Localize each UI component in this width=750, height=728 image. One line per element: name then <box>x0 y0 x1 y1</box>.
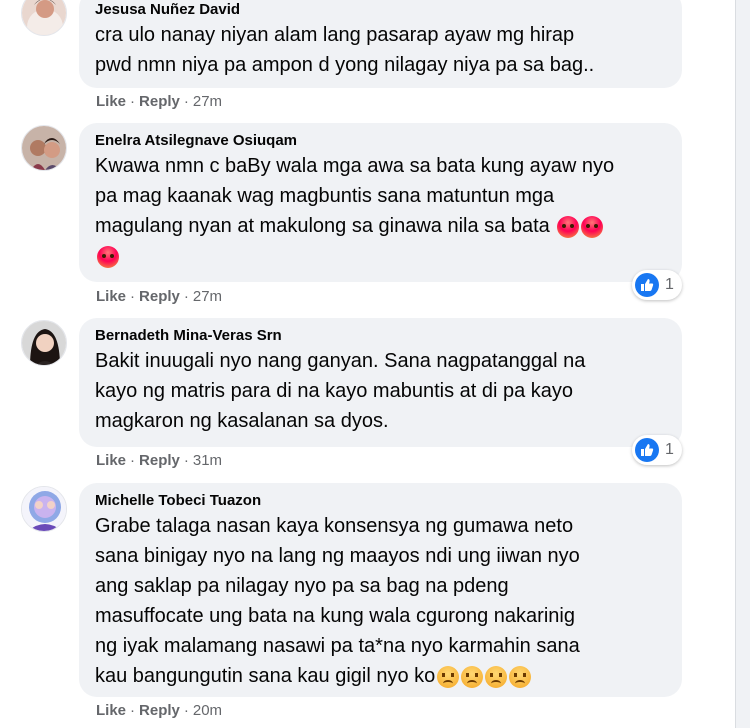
separator: · <box>130 452 136 469</box>
comment-text: cra ulo nanay niyan alam lang pasarap ay… <box>95 20 666 80</box>
timestamp[interactable]: 20m <box>193 702 222 719</box>
comment-line: sana binigay nyo na lang ng maayos ndi u… <box>95 545 580 567</box>
comment-author[interactable]: Jesusa Nuñez David <box>95 0 666 20</box>
comment-actions: Like · Reply · 31m <box>96 451 222 471</box>
like-button[interactable]: Like <box>96 93 126 110</box>
comment-author[interactable]: Bernadeth Mina-Veras Srn <box>95 326 666 346</box>
comment-bubble: Jesusa Nuñez David cra ulo nanay niyan a… <box>79 0 682 88</box>
avatar[interactable] <box>21 486 67 532</box>
frowning-face-emoji <box>485 665 508 688</box>
separator: · <box>130 702 136 719</box>
frowning-face-emoji <box>437 665 460 688</box>
separator: · <box>183 93 189 110</box>
comment-line: magkaron ng kasalanan sa dyos. <box>95 410 389 432</box>
separator: · <box>183 452 189 469</box>
comment-text: Kwawa nmn c baBy wala mga awa sa bata ku… <box>95 151 666 271</box>
comment-line: masuffocate ung bata na kung wala cguron… <box>95 605 575 627</box>
like-button[interactable]: Like <box>96 702 126 719</box>
like-reaction-icon <box>635 273 659 297</box>
comment-bubble: Michelle Tobeci Tuazon Grabe talaga nasa… <box>79 483 682 697</box>
angry-face-emoji <box>581 215 604 238</box>
separator: · <box>183 288 189 305</box>
like-button[interactable]: Like <box>96 452 126 469</box>
avatar[interactable] <box>21 0 67 36</box>
right-frame-edge <box>735 0 750 728</box>
comment-line <box>95 241 666 271</box>
reply-button[interactable]: Reply <box>139 702 180 719</box>
reply-button[interactable]: Reply <box>139 288 180 305</box>
comment-line: magulang nyan at makulong sa ginawa nila… <box>95 211 666 241</box>
reaction-count: 1 <box>665 441 674 458</box>
reaction-summary[interactable]: 1 <box>632 270 682 300</box>
comment-line: ng iyak malamang nasawi pa ta*na nyo kar… <box>95 635 580 657</box>
comment-bubble: Enelra Atsilegnave Osiuqam Kwawa nmn c b… <box>79 123 682 282</box>
angry-face-emoji <box>97 245 119 268</box>
comment-bubble: Bernadeth Mina-Veras Srn Bakit inuugali … <box>79 318 682 447</box>
comment-line-text: magulang nyan at makulong sa ginawa nila… <box>95 215 550 237</box>
comment-line: ang saklap pa nilagay nyo pa sa bag na p… <box>95 575 509 597</box>
timestamp[interactable]: 31m <box>193 452 222 469</box>
frowning-face-emoji <box>509 665 532 688</box>
comment-author[interactable]: Enelra Atsilegnave Osiuqam <box>95 131 666 151</box>
comment-line: Kwawa nmn c baBy wala mga awa sa bata ku… <box>95 155 615 177</box>
like-button[interactable]: Like <box>96 288 126 305</box>
timestamp[interactable]: 27m <box>193 288 222 305</box>
comment-line: Bakit inuugali nyo nang ganyan. Sana nag… <box>95 350 586 372</box>
comment-line-text: kau bangungutin sana kau gigil nyo ko <box>95 665 436 687</box>
comment-line: kau bangungutin sana kau gigil nyo ko <box>95 661 666 691</box>
reaction-summary[interactable]: 1 <box>632 435 682 465</box>
separator: · <box>130 93 136 110</box>
separator: · <box>183 702 189 719</box>
comment-author[interactable]: Michelle Tobeci Tuazon <box>95 491 666 511</box>
like-reaction-icon <box>635 438 659 462</box>
comment-actions: Like · Reply · 27m <box>96 287 222 307</box>
separator: · <box>130 288 136 305</box>
comment-line: pwd nmn niya pa ampon d yong nilagay niy… <box>95 54 595 76</box>
avatar[interactable] <box>21 320 67 366</box>
timestamp[interactable]: 27m <box>193 93 222 110</box>
reply-button[interactable]: Reply <box>139 452 180 469</box>
comment-actions: Like · Reply · 20m <box>96 701 222 721</box>
reaction-count: 1 <box>665 276 674 293</box>
angry-face-emoji <box>557 215 580 238</box>
comment-text: Bakit inuugali nyo nang ganyan. Sana nag… <box>95 346 666 436</box>
comment-line: pa mag kaanak wag magbuntis sana matuntu… <box>95 185 555 207</box>
comment-line: cra ulo nanay niyan alam lang pasarap ay… <box>95 24 575 46</box>
comment-line: Grabe talaga nasan kaya konsensya ng gum… <box>95 515 574 537</box>
comment-actions: Like · Reply · 27m <box>96 92 222 112</box>
comment-line: kayo ng matris para di na kayo mabuntis … <box>95 380 574 402</box>
frowning-face-emoji <box>461 665 484 688</box>
avatar[interactable] <box>21 125 67 171</box>
reply-button[interactable]: Reply <box>139 93 180 110</box>
comment-text: Grabe talaga nasan kaya konsensya ng gum… <box>95 511 666 691</box>
